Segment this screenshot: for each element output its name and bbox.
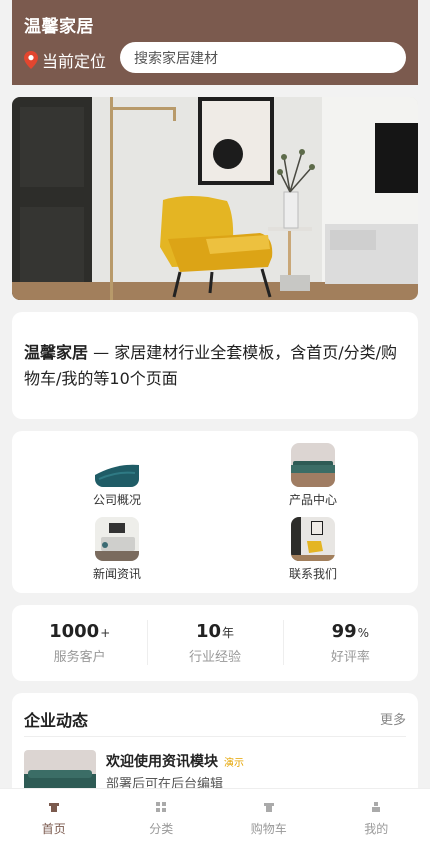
category-company-overview[interactable]: 公司概况: [57, 443, 177, 508]
stat-number: 99: [331, 621, 357, 642]
intro-brand: 温馨家居: [24, 343, 89, 362]
stat-unit: %: [357, 626, 370, 640]
stat-number: 10: [195, 621, 222, 642]
tab-label: 分类: [149, 822, 174, 836]
chair-icon: [291, 517, 335, 561]
tab-cart[interactable]: 购物车: [215, 789, 323, 844]
top-header: 温馨家居 当前定位 搜索家居建材: [12, 0, 418, 85]
intro-text: 温馨家居 — 家居建材行业全套模板，含首页/分类/购物车/我的等10个页面: [24, 340, 406, 392]
category-news[interactable]: 新闻资讯: [57, 517, 177, 582]
category-label: 产品中心: [288, 493, 337, 507]
category-contact-us[interactable]: 联系我们: [253, 517, 373, 582]
stat-label: 好评率: [330, 650, 370, 665]
stat-label: 行业经验: [188, 650, 241, 665]
stat-experience: 10年 行业经验: [147, 605, 282, 681]
demo-badge: 演示: [224, 758, 244, 769]
stat-customers: 1000+ 服务客户: [12, 605, 147, 681]
news-title: 企业动态: [24, 711, 89, 730]
bottom-tab-bar: 首页 分类 购物车 我的: [0, 788, 430, 844]
tab-label: 购物车: [250, 822, 287, 836]
tab-mine[interactable]: 我的: [323, 789, 430, 844]
category-label: 联系我们: [288, 567, 337, 581]
category-product-center[interactable]: 产品中心: [253, 443, 373, 508]
cart-icon: [263, 801, 275, 813]
app-title: 温馨家居: [24, 17, 94, 37]
news-item-title-text: 欢迎使用资讯模块: [106, 754, 218, 770]
category-label: 公司概况: [92, 493, 141, 507]
hero-banner[interactable]: [12, 97, 418, 300]
banner-image: [12, 97, 418, 300]
sofa-icon: [95, 443, 139, 487]
tab-label: 首页: [41, 822, 66, 836]
tab-category[interactable]: 分类: [108, 789, 216, 844]
news-header: 企业动态 更多: [24, 707, 406, 737]
news-more-link[interactable]: 更多: [380, 709, 406, 728]
location-pin-icon: [24, 51, 38, 69]
stat-unit: 年: [222, 626, 235, 640]
stats-card: 1000+ 服务客户 10年 行业经验 99% 好评率: [12, 605, 418, 681]
stat-rating: 99% 好评率: [282, 605, 418, 681]
news-item-title[interactable]: 欢迎使用资讯模块 演示: [106, 751, 244, 771]
grid-icon: [155, 801, 167, 813]
location-label: 当前定位: [42, 52, 107, 71]
stat-number: 1000: [49, 621, 100, 642]
location-selector[interactable]: 当前定位: [24, 48, 106, 72]
category-grid: 公司概况 产品中心 新闻资讯 联系我们: [12, 431, 418, 593]
tab-home[interactable]: 首页: [0, 789, 108, 844]
sofa-icon: [291, 443, 335, 487]
user-icon: [370, 801, 382, 813]
stat-label: 服务客户: [53, 650, 106, 665]
sofa-icon: [95, 517, 139, 561]
category-label: 新闻资讯: [92, 567, 141, 581]
stat-unit: +: [100, 626, 111, 640]
tab-label: 我的: [364, 822, 389, 836]
intro-card: 温馨家居 — 家居建材行业全套模板，含首页/分类/购物车/我的等10个页面: [12, 312, 418, 419]
search-input[interactable]: 搜索家居建材: [120, 42, 406, 73]
home-icon: [48, 801, 60, 813]
